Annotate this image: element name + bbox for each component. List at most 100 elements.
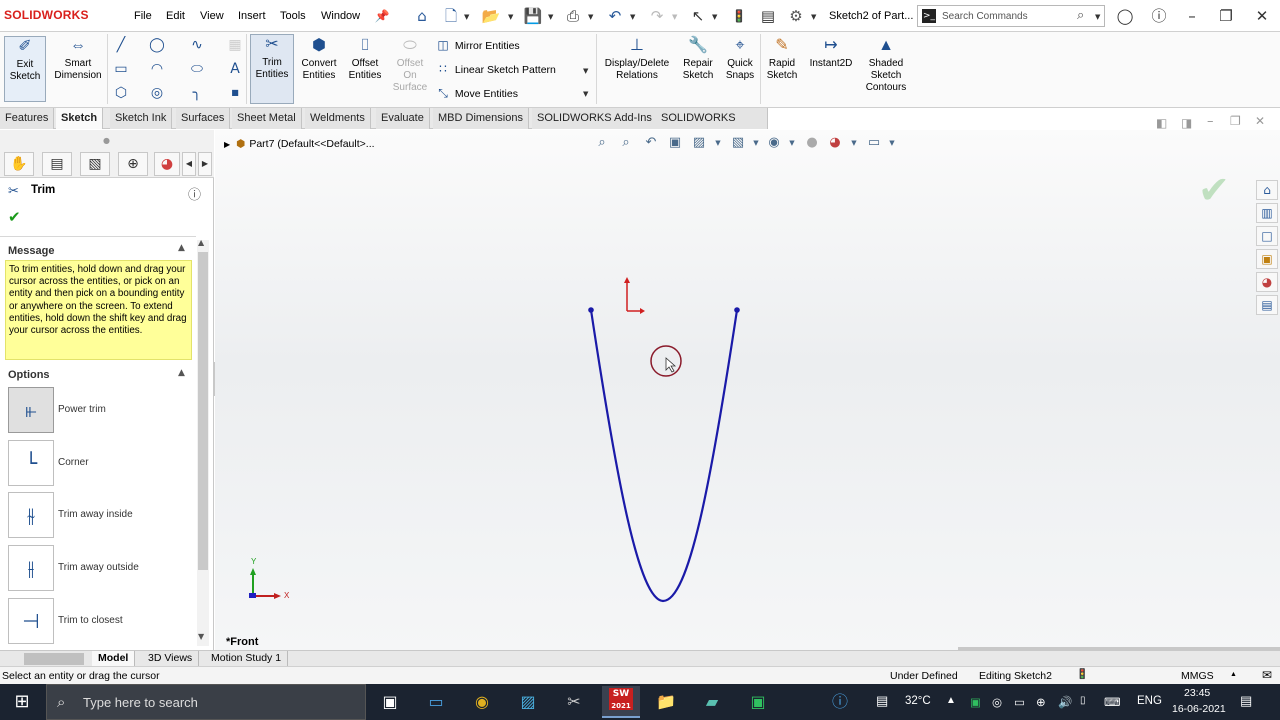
tab-motion-study-1[interactable]: Motion Study 1	[205, 651, 289, 667]
curve-endpoint[interactable]	[588, 307, 594, 313]
shaded-sketch-contours-button[interactable]: ▲ Shaded Sketch Contours	[860, 36, 912, 94]
tab-solidworks-cam[interactable]: SOLIDWORKS CAM	[656, 108, 768, 144]
screen-recorder-icon[interactable]: ▣	[740, 688, 776, 716]
propertymanager-tab-icon[interactable]: ▤	[42, 152, 72, 176]
open-folder-icon[interactable]: 📂	[481, 6, 501, 26]
ellipse-icon[interactable]: ⬭	[188, 60, 206, 78]
previous-view-icon[interactable]: ↶	[641, 134, 661, 152]
feature-tree-flyout[interactable]: ▶ ⬢ Part7 (Default<<Default>...	[224, 138, 375, 150]
handle-dot-icon[interactable]: ●	[103, 136, 110, 145]
trim-away-inside-option[interactable]: ⫳	[8, 492, 54, 538]
save-icon[interactable]: 💾	[523, 6, 543, 26]
language-indicator[interactable]: ENG	[1137, 695, 1162, 707]
trim-away-outside-option[interactable]: ⫲	[8, 545, 54, 591]
panel-scrollbar-thumb[interactable]	[198, 252, 208, 570]
zoom-to-area-icon[interactable]: ⌕	[616, 134, 636, 152]
grid-icon[interactable]: ▦	[226, 36, 244, 54]
help-icon[interactable]: ⓘ	[188, 184, 201, 203]
point-icon[interactable]: ◎	[148, 84, 166, 102]
tray-app-icon[interactable]: ▣	[970, 695, 981, 709]
circle-icon[interactable]: ◯	[148, 36, 166, 54]
clock-date[interactable]: 16-06-2021	[1172, 703, 1226, 715]
trim-entities-button[interactable]: ✂ Trim Entities	[250, 34, 294, 104]
polygon-icon[interactable]: ⬡	[112, 84, 130, 102]
expand-arrow-icon[interactable]: ▶	[224, 140, 230, 149]
text-icon[interactable]: A	[226, 60, 244, 78]
appearances-icon[interactable]: ◕	[1256, 272, 1278, 292]
display-manager-tab-icon[interactable]: ◕	[154, 152, 180, 176]
scroll-down-icon[interactable]: ▼	[198, 632, 204, 641]
parabola-curve[interactable]	[589, 309, 739, 603]
minimize-button[interactable]: –	[1180, 6, 1204, 26]
view-orientation-icon[interactable]: ▧	[728, 134, 748, 152]
menu-view[interactable]: View	[200, 10, 224, 22]
smart-dimension-button[interactable]: ⇔ Smart Dimension	[50, 36, 106, 82]
repair-sketch-button[interactable]: 🔧 Repair Sketch	[678, 36, 718, 82]
home-icon[interactable]: ⌂	[412, 6, 432, 26]
section-view-icon[interactable]: ▣	[665, 134, 685, 152]
tab-scroll-control[interactable]	[24, 653, 84, 665]
pin-icon[interactable]: 📌	[372, 6, 392, 26]
chevron-down-icon[interactable]: ▼	[588, 13, 593, 21]
view-settings-icon[interactable]: ▭	[864, 134, 884, 152]
file-properties-icon[interactable]: ▤	[758, 6, 778, 26]
zoom-to-fit-icon[interactable]: ⌕	[592, 134, 612, 152]
notification-icon[interactable]: ▤	[1240, 693, 1252, 709]
chevron-down-icon[interactable]: ▼	[708, 134, 728, 152]
display-delete-relations-button[interactable]: ⊥ Display/Delete Relations	[600, 36, 674, 82]
chevron-left-icon[interactable]: ◀	[182, 152, 196, 176]
search-icon[interactable]: ⌕	[1077, 8, 1084, 23]
tab-sketch-ink[interactable]: Sketch Ink	[110, 108, 173, 129]
arc-icon[interactable]: ◠	[148, 60, 166, 78]
chevron-down-icon[interactable]: ▼	[583, 67, 588, 75]
viewport-restore-icon[interactable]: ❐	[1230, 114, 1241, 128]
chevron-down-icon[interactable]: ▼	[811, 13, 816, 21]
tab-model[interactable]: Model	[92, 651, 136, 667]
fillet-icon[interactable]: ╮	[188, 84, 206, 102]
chevron-right-icon[interactable]: ▶	[198, 152, 212, 176]
collapse-icon[interactable]: ▲	[178, 243, 185, 253]
rebuild-traffic-light-icon[interactable]: 🚦	[729, 6, 749, 26]
solidworks-resources-icon[interactable]: ⌂	[1256, 180, 1278, 200]
tab-sheet-metal[interactable]: Sheet Metal	[232, 108, 302, 129]
undo-icon[interactable]: ↶	[605, 6, 625, 26]
chrome-icon[interactable]: ◉	[464, 688, 500, 716]
image-viewer-icon[interactable]: ▨	[510, 688, 546, 716]
tab-mbd-dimensions[interactable]: MBD Dimensions	[433, 108, 529, 129]
windows-start-icon[interactable]: ⊞	[0, 684, 44, 720]
tab-features[interactable]: Features	[0, 108, 55, 129]
viewport-minimize-icon[interactable]: –	[1207, 114, 1214, 129]
chevron-down-icon[interactable]: ▼	[508, 13, 513, 21]
featuremanager-tab-icon[interactable]: ✋	[4, 152, 34, 176]
collapse-icon[interactable]: ▲	[178, 368, 185, 378]
tab-sketch[interactable]: Sketch	[56, 108, 104, 129]
sketch-canvas[interactable]: Y X	[215, 130, 1280, 650]
options-gear-icon[interactable]: ⚙	[786, 6, 806, 26]
snipping-tool-icon[interactable]: ✂	[556, 688, 592, 716]
notes-app-icon[interactable]: ▰	[694, 688, 730, 716]
keyboard-icon[interactable]: ⌨	[1104, 695, 1121, 709]
display-icon[interactable]: ▭	[1014, 695, 1025, 709]
solidworks-taskbar-app[interactable]: SW 2021	[602, 686, 640, 718]
file-explorer-icon[interactable]: 📁	[648, 688, 684, 716]
linear-sketch-pattern-button[interactable]: ∷ Linear Sketch Pattern	[434, 62, 556, 76]
mirror-entities-button[interactable]: ◫ Mirror Entities	[434, 38, 519, 52]
curve-endpoint[interactable]	[734, 307, 740, 313]
comment-icon[interactable]: ✉	[1262, 668, 1272, 682]
new-document-icon[interactable]: 🗋	[441, 6, 461, 26]
corner-option[interactable]: └	[8, 440, 54, 486]
temperature-text[interactable]: 32°C	[905, 695, 931, 707]
dimxpert-tab-icon[interactable]: ⊕	[118, 152, 148, 176]
menu-window[interactable]: Window	[321, 10, 360, 22]
viewport-close-icon[interactable]: ✕	[1255, 114, 1265, 128]
menu-insert[interactable]: Insert	[238, 10, 266, 22]
chevron-up-icon[interactable]: ▲	[1230, 671, 1237, 678]
rapid-sketch-button[interactable]: ✎ Rapid Sketch	[764, 36, 800, 82]
offset-on-surface-button[interactable]: ⬭ Offset On Surface	[390, 36, 430, 94]
volume-icon[interactable]: 🔊	[1058, 695, 1072, 709]
apply-scene-icon[interactable]: ◕	[825, 134, 845, 152]
print-icon[interactable]: ⎙	[563, 6, 583, 26]
redo-icon[interactable]: ↷	[647, 6, 667, 26]
tab-solidworks-add-ins[interactable]: SOLIDWORKS Add-Ins	[532, 108, 658, 129]
chevron-up-icon[interactable]: ▲	[946, 695, 956, 706]
